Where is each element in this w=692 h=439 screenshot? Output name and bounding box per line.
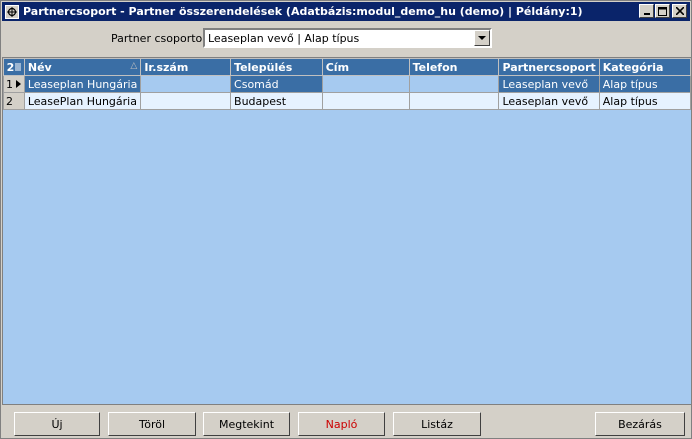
close-icon bbox=[675, 7, 684, 15]
cell-address[interactable] bbox=[321, 92, 410, 110]
cell-city[interactable]: Budapest bbox=[230, 92, 323, 110]
row-count: 2 bbox=[6, 60, 15, 74]
partner-groups-value: Leaseplan vevő | Alap típus bbox=[208, 32, 360, 45]
cell-zip[interactable] bbox=[140, 75, 232, 93]
log-button[interactable]: Napló bbox=[298, 412, 385, 436]
column-header-city[interactable]: Település bbox=[230, 58, 323, 76]
list-button[interactable]: Listáz bbox=[393, 412, 481, 436]
column-header-zip[interactable]: Ir.szám bbox=[140, 58, 232, 76]
chevron-down-icon bbox=[478, 35, 486, 40]
delete-button[interactable]: Töröl bbox=[108, 412, 196, 436]
cell-phone[interactable] bbox=[408, 92, 500, 110]
close-button[interactable]: Bezárás bbox=[595, 412, 685, 436]
minimize-button[interactable] bbox=[639, 4, 654, 18]
current-row-icon bbox=[16, 79, 21, 88]
column-header-address[interactable]: Cím bbox=[321, 58, 410, 76]
column-header-name[interactable]: Név △ bbox=[23, 58, 142, 76]
table-row[interactable]: 2 LeasePlan Hungária Budapest Leaseplan … bbox=[3, 92, 691, 110]
header-row: 2 Név △ Ir.szám Település Cím Telefon Par… bbox=[3, 58, 691, 76]
column-header-category[interactable]: Kategória bbox=[598, 58, 691, 76]
cell-address[interactable] bbox=[321, 75, 410, 93]
cell-zip[interactable] bbox=[140, 92, 232, 110]
cell-name[interactable]: Leaseplan Hungária bbox=[23, 75, 142, 93]
title-bar[interactable]: Partnercsoport - Partner összerendelések… bbox=[2, 2, 690, 21]
view-button[interactable]: Megtekint bbox=[203, 412, 290, 436]
partner-grid[interactable]: 2 Név △ Ir.szám Település Cím Telefon Par… bbox=[2, 57, 692, 405]
row-selector-icon bbox=[15, 63, 22, 70]
column-header-partner-group[interactable]: Partnercsoport bbox=[498, 58, 600, 76]
column-header-phone[interactable]: Telefon bbox=[408, 58, 500, 76]
maximize-icon bbox=[658, 6, 667, 16]
row-count-header[interactable]: 2 bbox=[3, 58, 25, 76]
row-number[interactable]: 1 bbox=[3, 75, 25, 93]
button-bar: Új Töröl Megtekint Napló Listáz Bezárás bbox=[1, 409, 691, 439]
cell-category[interactable]: Alap típus bbox=[598, 92, 691, 110]
table-row[interactable]: 1 Leaseplan Hungária Csomád Leaseplan ve… bbox=[3, 75, 691, 93]
application-window: Partnercsoport - Partner összerendelések… bbox=[0, 0, 692, 439]
cell-phone[interactable] bbox=[408, 75, 500, 93]
filter-row: Partner csoportok Leaseplan vevő | Alap … bbox=[1, 27, 691, 49]
cell-name[interactable]: LeasePlan Hungária bbox=[23, 92, 142, 110]
dropdown-button[interactable] bbox=[474, 30, 490, 46]
partner-groups-label: Partner csoportok bbox=[111, 32, 209, 45]
cell-partner-group[interactable]: Leaseplan vevő bbox=[498, 92, 600, 110]
new-button[interactable]: Új bbox=[14, 412, 100, 436]
row-number[interactable]: 2 bbox=[3, 92, 25, 110]
cell-category[interactable]: Alap típus bbox=[598, 75, 691, 93]
minimize-icon bbox=[643, 13, 650, 15]
sort-icon: △ bbox=[130, 60, 138, 71]
cell-city[interactable]: Csomád bbox=[230, 75, 323, 93]
close-window-button[interactable] bbox=[672, 4, 687, 18]
maximize-button[interactable] bbox=[655, 4, 670, 18]
partner-table: 2 Név △ Ir.szám Település Cím Telefon Par… bbox=[3, 58, 691, 110]
partner-groups-select[interactable]: Leaseplan vevő | Alap típus bbox=[203, 28, 492, 48]
window-title: Partnercsoport - Partner összerendelések… bbox=[23, 5, 583, 18]
cell-partner-group[interactable]: Leaseplan vevő bbox=[498, 75, 600, 93]
app-icon bbox=[5, 4, 19, 19]
